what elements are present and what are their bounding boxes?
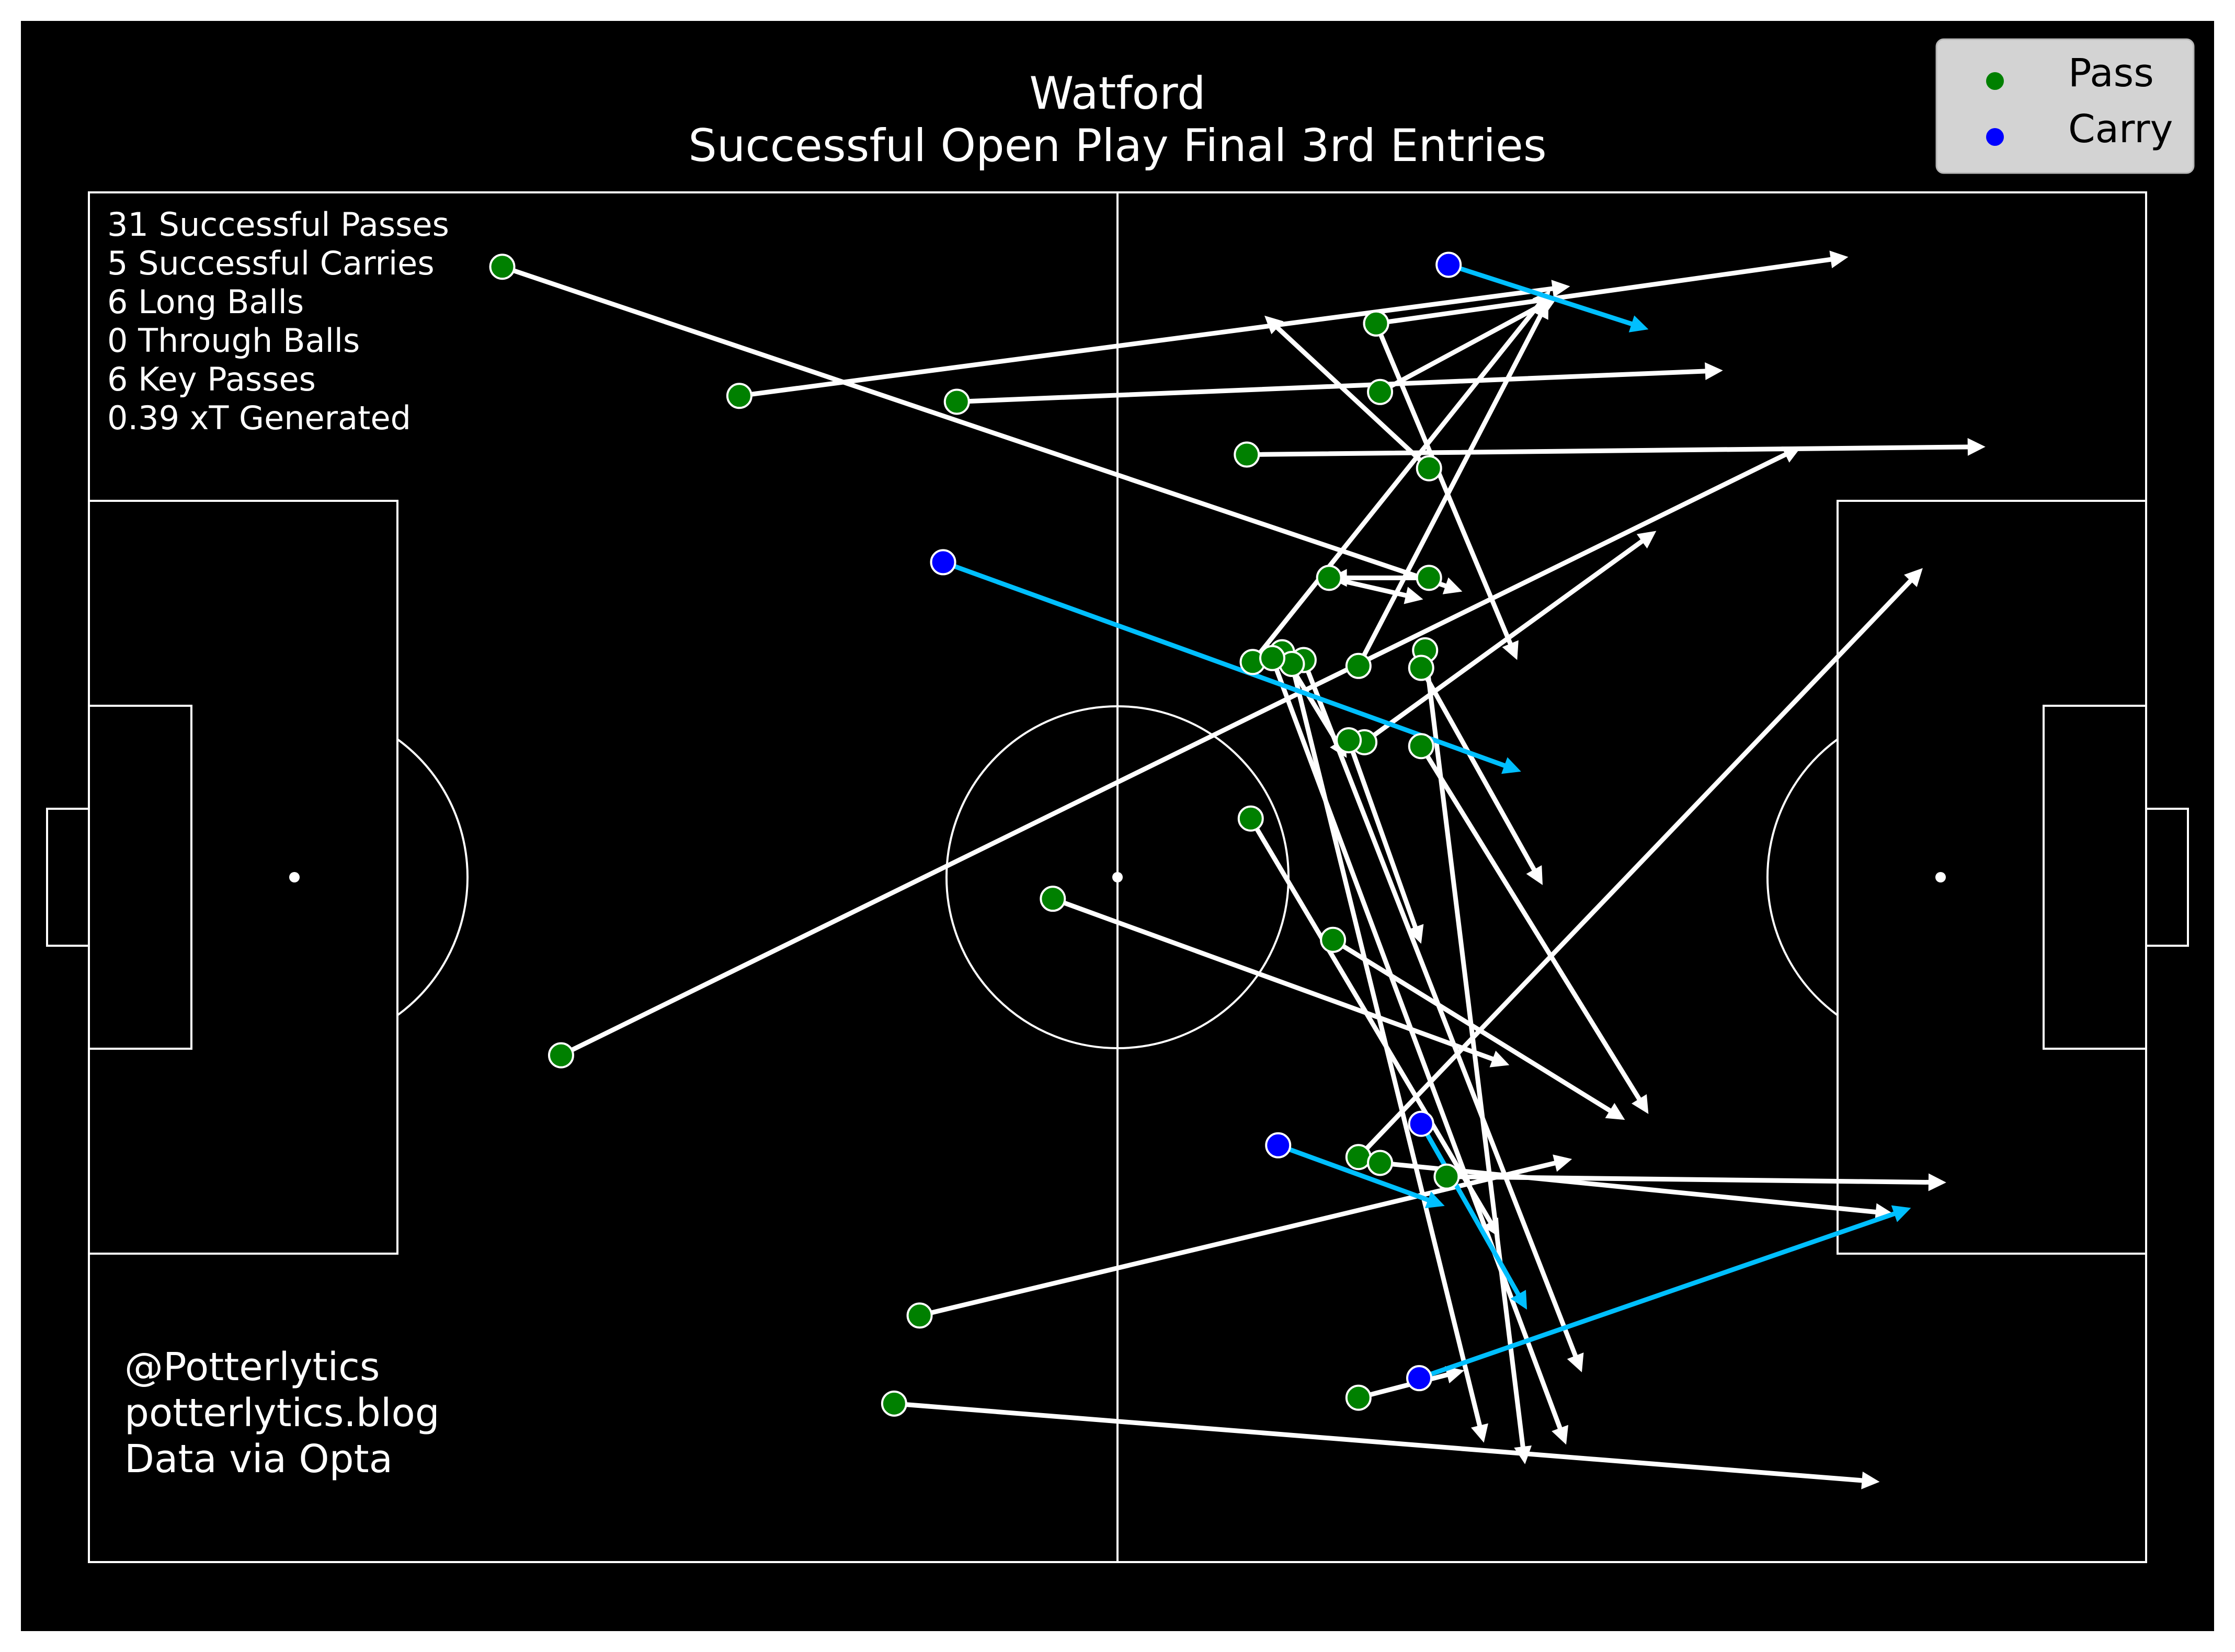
- pass-start-marker: [1345, 652, 1372, 679]
- legend-box: [1935, 38, 2195, 174]
- pass-start-marker: [881, 1390, 907, 1417]
- pass-start-marker: [1367, 1150, 1394, 1176]
- stat-successful-passes: 31 Successful Passes: [107, 205, 449, 244]
- right-penalty-spot: [1935, 872, 1946, 882]
- carry-start-marker: [1435, 251, 1462, 278]
- carry-start-marker: [930, 549, 956, 576]
- pass-start-marker: [1040, 886, 1066, 912]
- credit-data-source: Data via Opta: [124, 1437, 393, 1482]
- pass-start-marker: [1336, 727, 1362, 753]
- left-penalty-spot: [289, 872, 300, 882]
- pass-start-marker: [1316, 565, 1342, 591]
- legend: Pass Carry: [1935, 38, 2195, 174]
- legend-pass-label: Pass: [2068, 51, 2154, 96]
- pass-start-marker: [1320, 926, 1347, 953]
- stat-key-passes: 6 Key Passes: [107, 360, 316, 398]
- pass-start-marker: [1237, 805, 1264, 832]
- pass-start-marker: [1259, 645, 1285, 671]
- legend-carry-label: Carry: [2068, 107, 2173, 152]
- stat-successful-carries: 5 Successful Carries: [107, 244, 435, 282]
- credit-handle: @Potterlytics: [124, 1345, 380, 1390]
- pass-start-marker: [726, 383, 752, 409]
- chart-figure: Watford Successful Open Play Final 3rd E…: [0, 0, 2235, 1652]
- carry-start-marker: [1408, 1110, 1434, 1137]
- pass-start-marker: [1408, 655, 1434, 681]
- pass-start-marker: [1433, 1163, 1460, 1190]
- stat-long-balls: 6 Long Balls: [107, 283, 304, 321]
- pass-start-marker: [1345, 1144, 1372, 1171]
- carry-start-marker: [1406, 1365, 1432, 1392]
- pass-start-marker: [1408, 733, 1434, 760]
- pass-start-marker: [548, 1042, 574, 1069]
- pass-start-marker: [1363, 310, 1389, 337]
- pass-start-marker: [489, 254, 516, 280]
- pass-start-marker: [943, 388, 970, 415]
- credit-blog: potterlytics.blog: [124, 1391, 440, 1436]
- pass-start-marker: [1416, 565, 1442, 591]
- stat-through-balls: 0 Through Balls: [107, 322, 360, 360]
- pass-start-marker: [1234, 441, 1260, 468]
- legend-pass-marker: [1986, 72, 2004, 90]
- stat-xt-generated: 0.39 xT Generated: [107, 399, 411, 437]
- pass-start-marker: [1345, 1384, 1372, 1411]
- chart-subtitle: Successful Open Play Final 3rd Entries: [688, 120, 1546, 172]
- centre-spot: [1112, 872, 1123, 882]
- chart-title: Watford: [1029, 67, 1205, 120]
- pass-start-marker: [1416, 455, 1442, 481]
- figure-canvas: Watford Successful Open Play Final 3rd E…: [21, 21, 2214, 1631]
- pass-start-marker: [1367, 378, 1394, 405]
- carry-start-marker: [1265, 1132, 1292, 1158]
- legend-carry-marker: [1986, 128, 2004, 146]
- pass-start-marker: [906, 1302, 933, 1329]
